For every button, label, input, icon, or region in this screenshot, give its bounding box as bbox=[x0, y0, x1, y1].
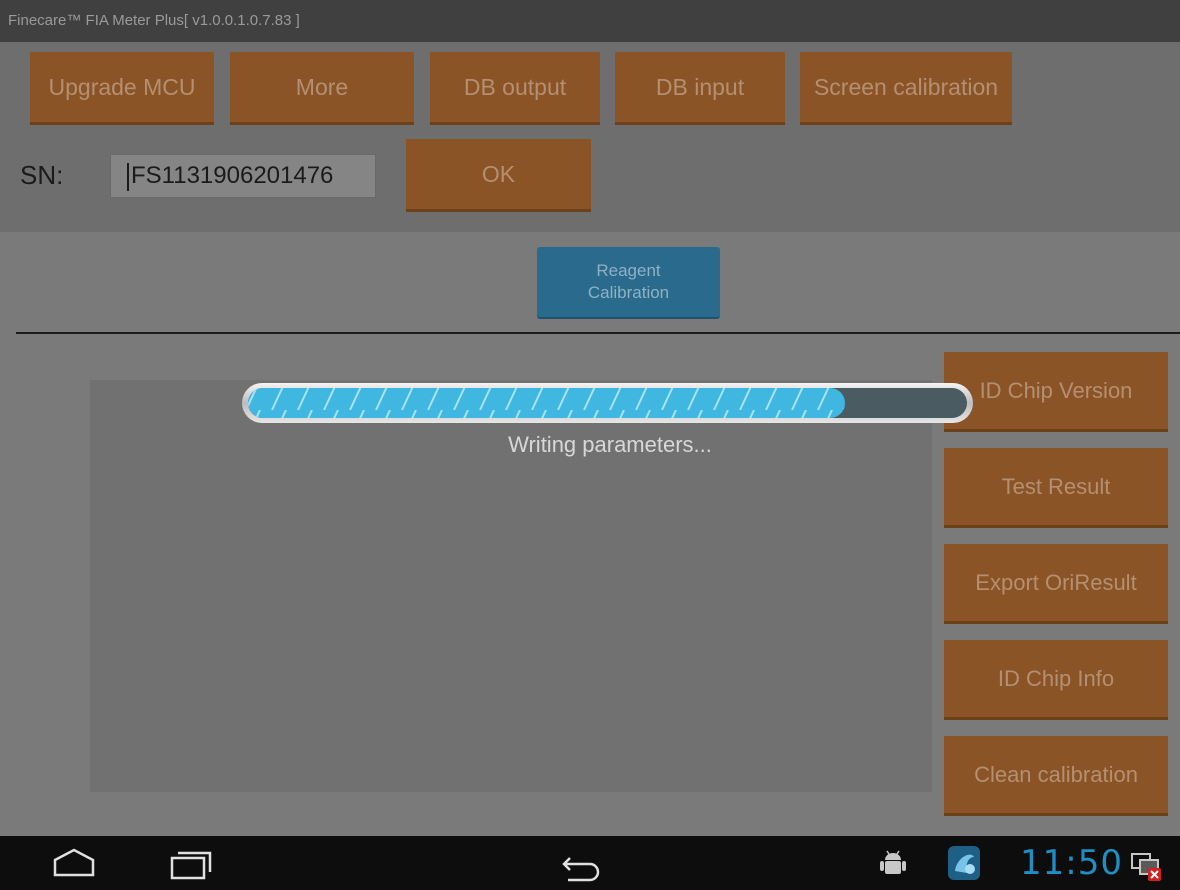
id-chip-info-button[interactable]: ID Chip Info bbox=[944, 640, 1168, 720]
serial-number-value: FS1131906201476 bbox=[131, 162, 334, 189]
serial-number-input[interactable]: FS1131906201476 bbox=[110, 154, 376, 198]
progress-message: Writing parameters... bbox=[508, 432, 712, 457]
db-input-button[interactable]: DB input bbox=[615, 52, 785, 125]
window-title: Finecare™ FIA Meter Plus[ v1.0.0.1.0.7.8… bbox=[0, 0, 1180, 42]
ok-button[interactable]: OK bbox=[406, 139, 591, 212]
progress-bar bbox=[240, 380, 975, 426]
upgrade-mcu-button[interactable]: Upgrade MCU bbox=[30, 52, 214, 125]
sn-label: SN: bbox=[20, 160, 64, 190]
android-debug-icon bbox=[880, 850, 906, 874]
id-chip-version-button[interactable]: ID Chip Version bbox=[944, 352, 1168, 432]
back-icon[interactable] bbox=[560, 852, 604, 882]
reagent-label-line1: Reagent bbox=[596, 261, 661, 280]
reagent-label-line2: Calibration bbox=[587, 283, 670, 302]
app-notification-icon bbox=[948, 846, 980, 880]
recent-apps-icon[interactable] bbox=[170, 850, 214, 880]
db-output-button[interactable]: DB output bbox=[430, 52, 600, 125]
status-clock: 11:50 bbox=[1020, 843, 1123, 883]
clean-calibration-button[interactable]: Clean calibration bbox=[944, 736, 1168, 816]
text-caret bbox=[127, 163, 129, 191]
test-result-button[interactable]: Test Result bbox=[944, 448, 1168, 528]
home-icon[interactable] bbox=[52, 848, 96, 878]
progress-fill bbox=[248, 388, 845, 418]
reagent-calibration-button[interactable]: Reagent Calibration bbox=[537, 247, 720, 319]
screen-calibration-button[interactable]: Screen calibration bbox=[800, 52, 1012, 125]
export-oriresult-button[interactable]: Export OriResult bbox=[944, 544, 1168, 624]
network-disconnected-icon bbox=[1131, 853, 1161, 881]
more-button[interactable]: More bbox=[230, 52, 414, 125]
